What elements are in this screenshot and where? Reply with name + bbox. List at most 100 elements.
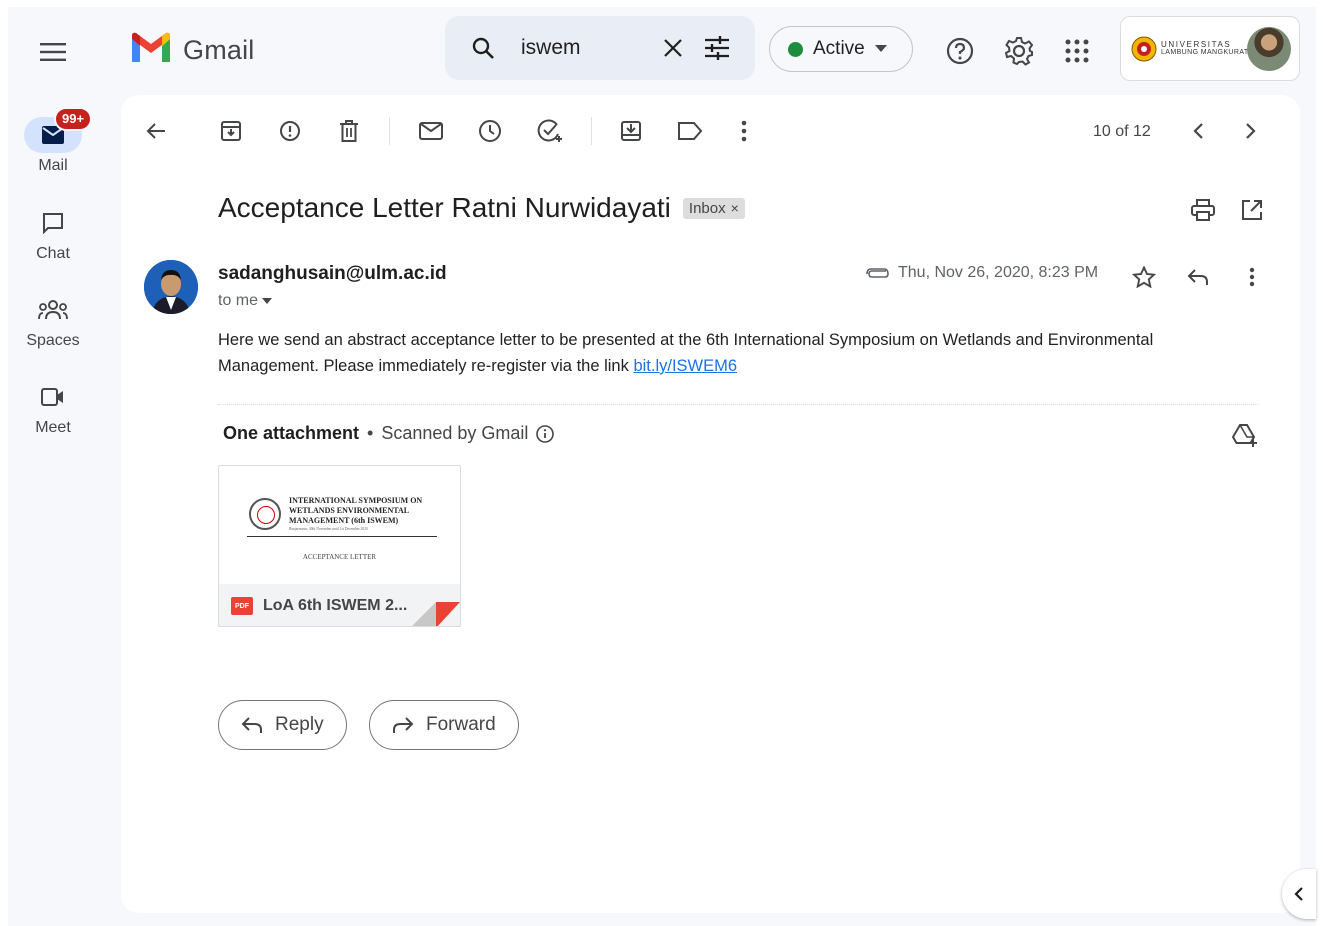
help-icon[interactable] bbox=[941, 32, 979, 70]
attachment-footer: PDF LoA 6th ISWEM 2... bbox=[219, 584, 460, 626]
archive-icon[interactable] bbox=[213, 113, 249, 149]
attachment-divider bbox=[218, 404, 1258, 405]
move-to-icon[interactable] bbox=[613, 113, 649, 149]
reply-icon[interactable] bbox=[1181, 260, 1215, 294]
rail-pill-mail: 99+ bbox=[24, 107, 93, 153]
toolbar-divider bbox=[591, 117, 592, 145]
status-label: Active bbox=[813, 38, 865, 59]
account-switcher[interactable]: UNIVERSITAS LAMBUNG MANGKURAT bbox=[1120, 16, 1300, 81]
back-arrow-icon[interactable] bbox=[138, 113, 174, 149]
preview-heading: ACCEPTANCE LETTER bbox=[302, 553, 377, 561]
attachment-name: LoA 6th ISWEM 2... bbox=[263, 597, 408, 614]
email-subject: Acceptance Letter Ratni Nurwidayati bbox=[218, 192, 671, 223]
sender-email[interactable]: sadanghusain@ulm.ac.id bbox=[218, 263, 447, 285]
label-name: Inbox bbox=[688, 199, 726, 217]
chat-icon bbox=[42, 212, 64, 234]
org-logo: UNIVERSITAS LAMBUNG MANGKURAT bbox=[1131, 36, 1249, 62]
gmail-m-icon bbox=[129, 31, 173, 70]
chevron-left-icon bbox=[1294, 887, 1304, 901]
video-icon bbox=[41, 387, 65, 407]
attachment-separator: • bbox=[367, 423, 374, 443]
page-fold-icon bbox=[412, 602, 460, 626]
email-subject-row: Acceptance Letter Ratni Nurwidayati Inbo… bbox=[218, 192, 745, 224]
star-icon[interactable] bbox=[1127, 260, 1161, 294]
menu-icon[interactable] bbox=[36, 35, 70, 69]
attachment-count: One attachment bbox=[223, 423, 360, 443]
rail-label-mail: Mail bbox=[38, 157, 68, 174]
rail-pill-chat bbox=[24, 205, 82, 241]
print-icon[interactable] bbox=[1185, 192, 1221, 228]
report-spam-icon[interactable] bbox=[272, 113, 308, 149]
attachment-header: One attachment • Scanned by Gmail bbox=[223, 423, 555, 444]
search-bar bbox=[445, 16, 755, 80]
info-icon[interactable] bbox=[536, 424, 555, 443]
rail-item-meet[interactable]: Meet bbox=[8, 379, 98, 437]
paperclip-icon bbox=[866, 267, 890, 279]
preview-subtitle: Banjarmasin, 30th November until 1st Dec… bbox=[289, 527, 368, 531]
recipient-toggle[interactable]: to me bbox=[218, 292, 273, 310]
recipient-label: to me bbox=[218, 292, 259, 309]
label-icon[interactable] bbox=[672, 113, 708, 149]
app-name: Gmail bbox=[183, 35, 255, 65]
open-in-new-window-icon[interactable] bbox=[1234, 192, 1270, 228]
avatar[interactable] bbox=[1247, 27, 1291, 71]
pdf-icon: PDF bbox=[231, 597, 253, 615]
spaces-icon bbox=[38, 299, 68, 321]
reply-icon bbox=[241, 716, 263, 734]
rail-pill-meet bbox=[24, 379, 82, 415]
chevron-left-icon[interactable] bbox=[1180, 113, 1216, 149]
forward-icon bbox=[392, 716, 414, 734]
rail-label-meet: Meet bbox=[35, 419, 71, 436]
status-button[interactable]: Active bbox=[769, 26, 913, 72]
forward-button[interactable]: Forward bbox=[369, 700, 519, 750]
mark-unread-icon[interactable] bbox=[413, 113, 449, 149]
email-date: Thu, Nov 26, 2020, 8:23 PM bbox=[898, 264, 1099, 281]
pagination-count: 10 of 12 bbox=[1093, 123, 1151, 140]
reply-button[interactable]: Reply bbox=[218, 700, 347, 750]
org-name-line1: UNIVERSITAS bbox=[1161, 39, 1232, 49]
gmail-logo[interactable]: Gmail bbox=[129, 31, 255, 70]
preview-title: INTERNATIONAL SYMPOSIUM ON WETLANDS ENVI… bbox=[289, 496, 423, 525]
university-seal-icon bbox=[1131, 36, 1157, 61]
rail-label-spaces: Spaces bbox=[26, 332, 80, 349]
search-icon[interactable] bbox=[461, 26, 505, 70]
attachment-card[interactable]: INTERNATIONAL SYMPOSIUM ON WETLANDS ENVI… bbox=[218, 465, 461, 627]
forward-label: Forward bbox=[426, 714, 496, 735]
close-icon[interactable] bbox=[651, 26, 695, 70]
sender-avatar[interactable] bbox=[144, 260, 198, 314]
inbox-label-chip[interactable]: Inbox × bbox=[682, 197, 745, 219]
gear-icon[interactable] bbox=[1000, 32, 1038, 70]
toolbar-divider bbox=[389, 117, 390, 145]
delete-icon[interactable] bbox=[331, 113, 367, 149]
scanned-label: Scanned by Gmail bbox=[381, 423, 529, 443]
message-panel: 10 of 12 Acceptance Letter Ratni Nurwida… bbox=[121, 95, 1300, 913]
rail-label-chat: Chat bbox=[36, 245, 70, 262]
rail-item-mail[interactable]: 99+ Mail bbox=[8, 107, 98, 175]
caret-down-icon bbox=[874, 45, 887, 53]
caret-down-icon bbox=[262, 298, 273, 304]
attachment-preview: INTERNATIONAL SYMPOSIUM ON WETLANDS ENVI… bbox=[219, 466, 460, 584]
email-date-line: Thu, Nov 26, 2020, 8:23 PM bbox=[866, 264, 1098, 282]
add-to-drive-icon[interactable] bbox=[1227, 417, 1263, 453]
apps-icon[interactable] bbox=[1058, 32, 1096, 70]
status-dot bbox=[788, 41, 803, 57]
search-input[interactable] bbox=[505, 36, 651, 60]
registration-link[interactable]: bit.ly/ISWEM6 bbox=[633, 357, 737, 375]
reply-label: Reply bbox=[275, 714, 324, 735]
more-vert-icon[interactable] bbox=[726, 113, 762, 149]
rail-pill-spaces bbox=[24, 292, 82, 328]
chevron-right-icon[interactable] bbox=[1233, 113, 1269, 149]
snooze-icon[interactable] bbox=[472, 113, 508, 149]
tune-icon[interactable] bbox=[695, 26, 739, 70]
email-body: Here we send an abstract acceptance lett… bbox=[218, 327, 1228, 379]
more-vert-icon[interactable] bbox=[1235, 260, 1269, 294]
app-frame: Gmail Active UNIVERSITAS LAM bbox=[8, 7, 1316, 926]
symposium-seal-icon bbox=[249, 498, 281, 530]
remove-label-icon[interactable]: × bbox=[731, 200, 739, 216]
rail-item-chat[interactable]: Chat bbox=[8, 205, 98, 263]
org-name-line2: LAMBUNG MANGKURAT bbox=[1161, 48, 1249, 56]
rail-item-spaces[interactable]: Spaces bbox=[8, 292, 98, 350]
unread-badge: 99+ bbox=[54, 107, 93, 131]
preview-rule bbox=[247, 536, 437, 537]
add-task-icon[interactable] bbox=[532, 113, 568, 149]
